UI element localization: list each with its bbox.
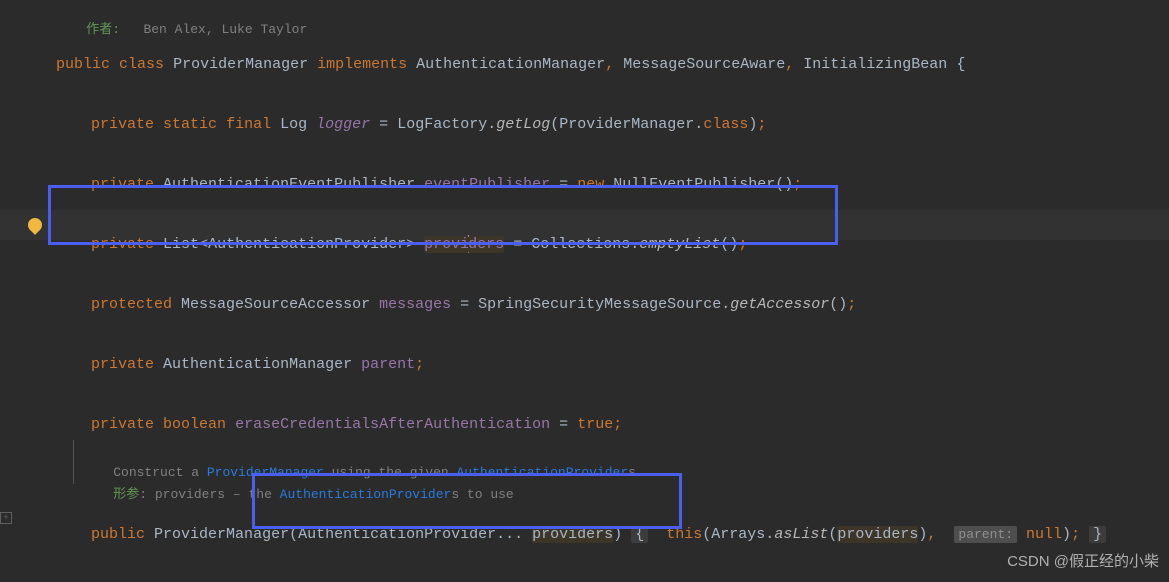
blank-line [20,350,1169,380]
authors-comment: 作者: Ben Alex, Luke Taylor [20,0,1169,20]
constructor: public ProviderManager(AuthenticationPro… [20,490,1169,520]
logger-field: private static final Log logger = LogFac… [20,80,1169,110]
blank-line [20,50,1169,80]
blank-line [20,110,1169,140]
code-editor[interactable]: 作者: Ben Alex, Luke Taylor public class P… [0,0,1169,520]
javadoc-line1: Construct a ProviderManager using the gi… [73,440,1169,462]
eventpublisher-field: private AuthenticationEventPublisher eve… [20,140,1169,170]
providers-field: private List<AuthenticationProvider> pro… [20,200,1169,230]
gutter-fold-icon[interactable]: + [0,512,12,524]
blank-line [20,410,1169,440]
blank-line [20,170,1169,200]
erase-field: private boolean eraseCredentialsAfterAut… [20,380,1169,410]
parent-field: private AuthenticationManager parent; [20,320,1169,350]
javadoc-line2: 形参: providers – the AuthenticationProvid… [73,462,1169,484]
parameter-hint: parent: [954,526,1017,543]
class-declaration: public class ProviderManager implements … [20,20,1169,50]
watermark: CSDN @假正经的小柴 [1007,550,1159,571]
messages-field: protected MessageSourceAccessor messages… [20,260,1169,290]
blank-line [20,290,1169,320]
